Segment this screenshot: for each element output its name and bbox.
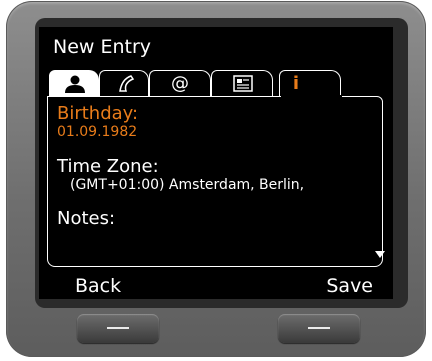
at-sign-icon: @ bbox=[171, 73, 189, 94]
info-icon: i bbox=[292, 73, 300, 94]
left-softkey-bar-icon bbox=[107, 327, 129, 329]
softkey-right-label[interactable]: Save bbox=[326, 273, 373, 299]
birthday-label: Birthday: bbox=[57, 103, 139, 124]
birthday-value[interactable]: 01.09.1982 bbox=[57, 124, 137, 140]
display-screen: New Entry @ i Birthday: 01.09.1982 Time … bbox=[39, 27, 393, 299]
tab-phone[interactable] bbox=[99, 70, 149, 97]
notes-label: Notes: bbox=[57, 208, 116, 229]
timezone-label: Time Zone: bbox=[57, 156, 159, 177]
tab-email[interactable]: @ bbox=[149, 70, 211, 97]
screen-title: New Entry bbox=[53, 36, 152, 58]
scroll-down-icon[interactable] bbox=[375, 251, 385, 258]
right-softkey-bar-icon bbox=[308, 327, 330, 329]
phone-handset-icon bbox=[119, 75, 135, 92]
timezone-value[interactable]: (GMT+01:00) Amsterdam, Berlin, bbox=[70, 177, 304, 193]
left-softkey-button[interactable] bbox=[77, 314, 159, 343]
tab-person[interactable] bbox=[49, 70, 99, 97]
selected-tab-connector bbox=[281, 95, 342, 98]
softkey-bar: Back Save bbox=[39, 273, 393, 299]
person-icon bbox=[65, 75, 85, 93]
softkey-left-label[interactable]: Back bbox=[75, 273, 121, 299]
right-softkey-button[interactable] bbox=[278, 314, 360, 343]
